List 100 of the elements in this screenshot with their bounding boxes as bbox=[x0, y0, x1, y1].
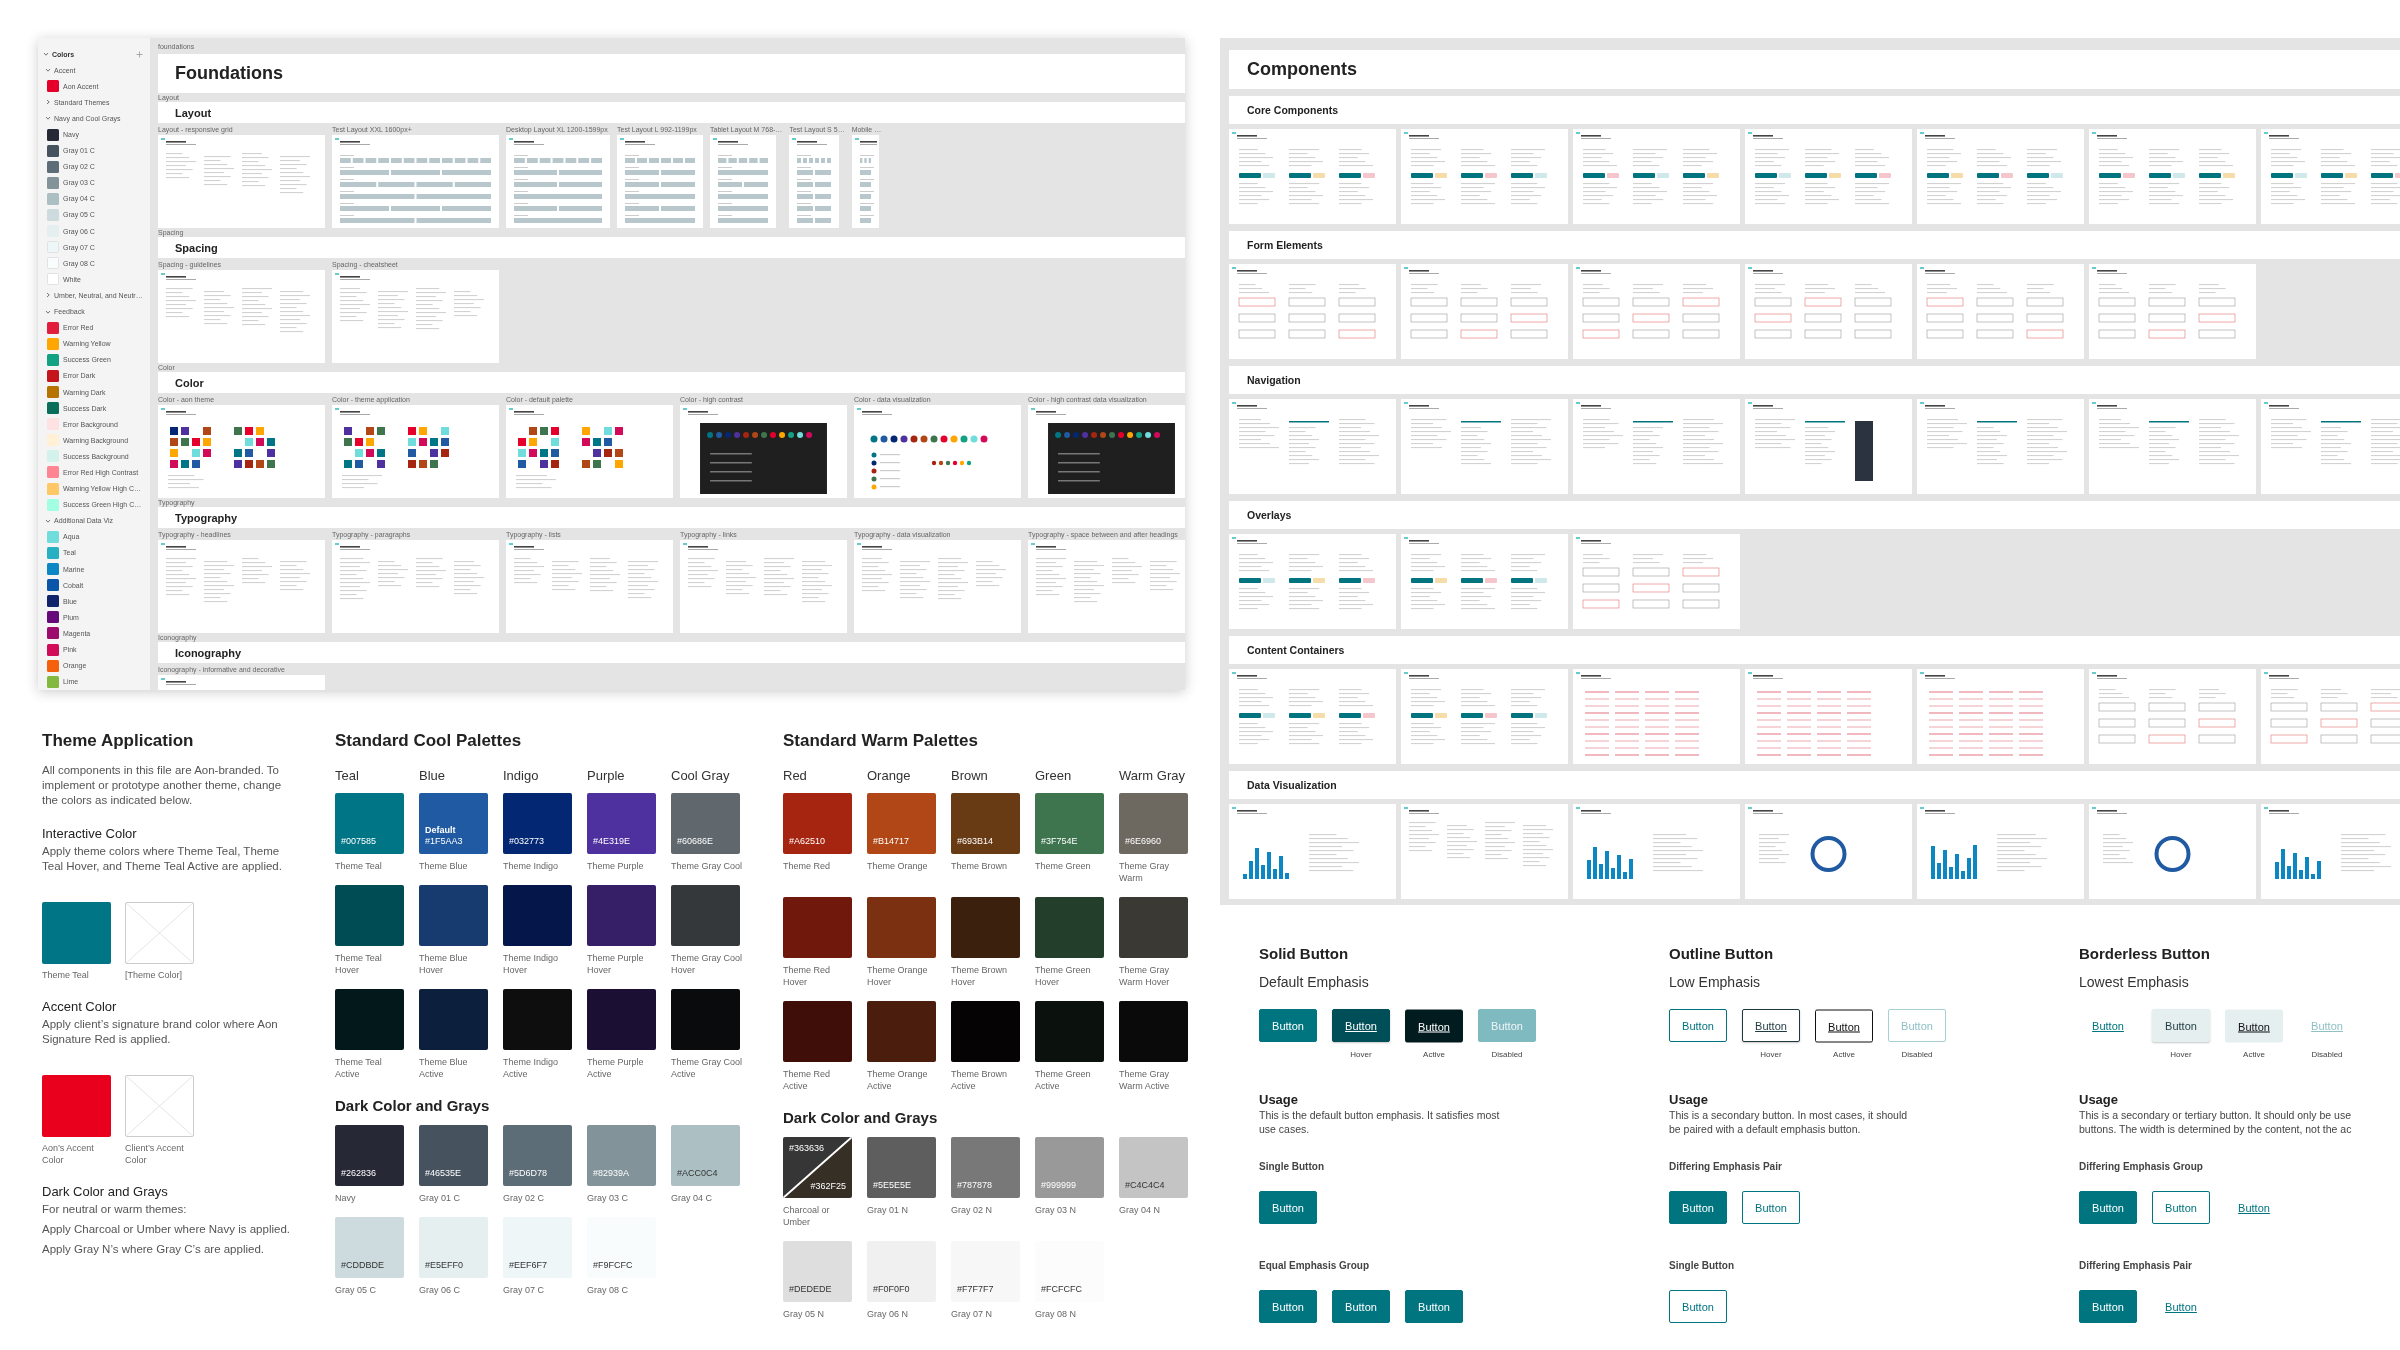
button[interactable]: Button bbox=[1259, 1009, 1317, 1042]
hex-code: #E5EFF0 bbox=[425, 1260, 464, 1271]
chevron-icon[interactable] bbox=[43, 51, 49, 58]
swatch-label: Gray 07 C bbox=[503, 1284, 545, 1296]
section-heading: Dark Color and Grays bbox=[783, 1109, 939, 1127]
swatch-label: Gray 06 C bbox=[419, 1284, 461, 1296]
chevron-icon[interactable] bbox=[45, 99, 51, 106]
swatch-label: Gray 08 C bbox=[587, 1284, 629, 1296]
subheading: Low Emphasis bbox=[1669, 974, 1762, 991]
description-text: Apply Gray N’s where Gray C’s are applied. bbox=[42, 1242, 265, 1257]
swatch-label: Theme Gray Cool Hover bbox=[671, 952, 743, 976]
chevron-icon[interactable] bbox=[45, 308, 51, 315]
swatch-label: Theme Brown Active bbox=[951, 1068, 1009, 1092]
section-title: Content Containers bbox=[1247, 644, 1345, 656]
section-title: Overlays bbox=[1247, 509, 1292, 521]
button[interactable]: Button bbox=[2152, 1009, 2210, 1042]
swatch-label: Gray 03 N bbox=[1035, 1204, 1077, 1216]
swatch-label: Theme Teal bbox=[42, 969, 90, 981]
swatch-label: Gray 05 C bbox=[335, 1284, 377, 1296]
swatch-label: Theme Brown Hover bbox=[951, 964, 1009, 988]
button[interactable]: Button bbox=[2079, 1191, 2137, 1224]
section-title: Core Components bbox=[1247, 104, 1338, 116]
chevron-icon[interactable] bbox=[45, 115, 51, 122]
example-title: Differing Emphasis Pair bbox=[2079, 1260, 2193, 1272]
button[interactable]: Button bbox=[1332, 1290, 1390, 1323]
hex-code: #262836 bbox=[341, 1168, 377, 1179]
section-heading: Standard Cool Palettes bbox=[335, 731, 523, 751]
button[interactable]: Button bbox=[2225, 1191, 2283, 1224]
button[interactable]: Button bbox=[1669, 1191, 1727, 1224]
button[interactable]: Button bbox=[1259, 1290, 1317, 1323]
button[interactable]: Button bbox=[2225, 1009, 2283, 1043]
swatch-label: Theme Red bbox=[783, 860, 832, 872]
swatch-label: Theme Blue Hover bbox=[419, 952, 469, 976]
swatch-label: Theme Indigo Hover bbox=[503, 952, 560, 976]
subheading: Usage bbox=[2079, 1092, 2120, 1108]
swatch-label: Theme Orange bbox=[867, 860, 929, 872]
swatch-label: Gray 05 N bbox=[783, 1308, 825, 1320]
section-title: Layout bbox=[175, 106, 212, 119]
swatch-label: Theme Indigo bbox=[503, 860, 560, 872]
swatch-label: Theme Green Active bbox=[1035, 1068, 1092, 1092]
button[interactable]: Button bbox=[1332, 1009, 1390, 1042]
placeholder-swatch bbox=[125, 902, 194, 964]
button[interactable]: Button bbox=[1815, 1009, 1873, 1043]
swatch-label: Theme Red Active bbox=[783, 1068, 832, 1092]
palette-name: Brown bbox=[951, 768, 989, 784]
swatch-label: Gray 02 N bbox=[951, 1204, 993, 1216]
button[interactable]: Button bbox=[1742, 1191, 1800, 1224]
hex-code: #F7F7F7 bbox=[957, 1284, 994, 1295]
section-title: Data Visualization bbox=[1247, 779, 1337, 791]
section-heading: Solid Button bbox=[1259, 945, 1350, 963]
example-title: Differing Emphasis Pair bbox=[1669, 1161, 1783, 1173]
section-title: Navigation bbox=[1247, 374, 1301, 386]
hex-code: #5E5E5E bbox=[873, 1180, 912, 1191]
swatch-label: Theme Gray Warm bbox=[1119, 860, 1170, 884]
section-heading: Dark Color and Grays bbox=[335, 1097, 491, 1115]
hex-code: #363636 bbox=[789, 1143, 825, 1153]
section-title: Iconography bbox=[175, 646, 241, 659]
hex-code: #EEF6F7 bbox=[509, 1260, 548, 1271]
swatch-label: Gray 01 C bbox=[419, 1192, 461, 1204]
chevron-icon[interactable] bbox=[45, 517, 51, 524]
palette-name: Purple bbox=[587, 768, 626, 784]
button[interactable]: Button bbox=[2079, 1290, 2137, 1323]
swatch-tag: Default bbox=[425, 825, 463, 836]
chevron-icon[interactable] bbox=[45, 67, 51, 74]
palette-name: Cool Gray bbox=[671, 768, 731, 784]
hex-code: #693B14 bbox=[957, 836, 994, 847]
section-title: Color bbox=[175, 376, 204, 389]
swatch-label: Theme Green Hover bbox=[1035, 964, 1092, 988]
swatch-label: Theme Gray Warm Active bbox=[1119, 1068, 1171, 1092]
swatch-label: Theme Blue Active bbox=[419, 1056, 469, 1080]
hex-code: #ACC0C4 bbox=[677, 1168, 718, 1179]
button[interactable]: Button bbox=[1742, 1009, 1800, 1042]
swatch-label: Theme Gray Cool bbox=[671, 860, 743, 872]
example-title: Single Button bbox=[1669, 1260, 1735, 1272]
swatch-label: Theme Purple Active bbox=[587, 1056, 645, 1080]
hex-code: #CDDBDE bbox=[341, 1260, 384, 1271]
hex-code: #B14717 bbox=[873, 836, 910, 847]
button[interactable]: Button bbox=[1405, 1009, 1463, 1043]
palette-name: Red bbox=[783, 768, 808, 784]
add-icon[interactable] bbox=[136, 50, 143, 58]
hex-code: #A62510 bbox=[789, 836, 826, 847]
button[interactable]: Button bbox=[1669, 1290, 1727, 1323]
hex-code: #F9FCFC bbox=[593, 1260, 633, 1271]
hex-code: #46535E bbox=[425, 1168, 462, 1179]
button[interactable]: Button bbox=[1259, 1191, 1317, 1224]
button[interactable]: Button bbox=[2152, 1191, 2210, 1224]
button[interactable]: Button bbox=[2152, 1290, 2210, 1323]
swatch-label: Gray 01 N bbox=[867, 1204, 909, 1216]
chevron-icon[interactable] bbox=[45, 292, 51, 299]
button[interactable]: Button bbox=[2079, 1009, 2137, 1042]
description-text: Apply client’s signature brand color where Aon Signature Red is applied. bbox=[42, 1017, 279, 1047]
button[interactable]: Button bbox=[1405, 1290, 1463, 1323]
description-text: be paired with a default emphasis button. bbox=[1669, 1122, 1862, 1136]
palette-name: Warm Gray bbox=[1119, 768, 1186, 784]
state-caption: Hover bbox=[2170, 1050, 2192, 1060]
hex-code: #F0F0F0 bbox=[873, 1284, 910, 1295]
description-text: buttons. The width is determined by the content, not the ac bbox=[2079, 1122, 2353, 1136]
button[interactable]: Button bbox=[1669, 1009, 1727, 1042]
state-caption: Disabled bbox=[1901, 1050, 1933, 1060]
hex-code: #007585 bbox=[341, 836, 377, 847]
